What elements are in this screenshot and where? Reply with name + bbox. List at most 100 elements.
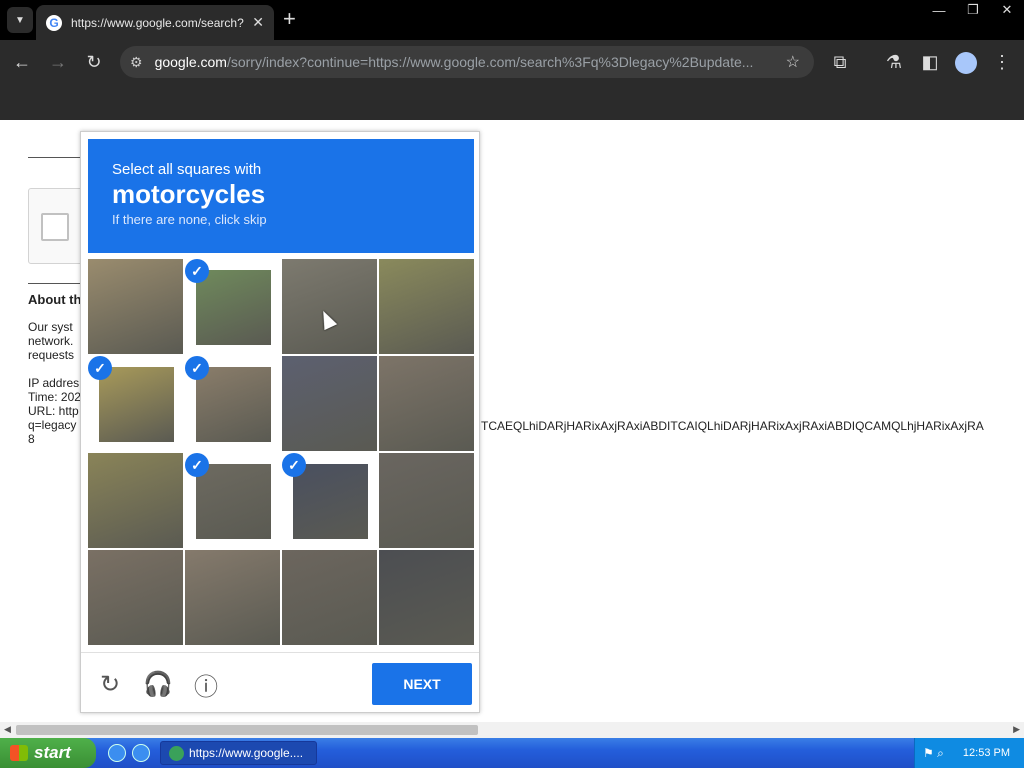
- body-line: network.: [28, 334, 74, 348]
- start-button[interactable]: start: [0, 738, 96, 768]
- captcha-tile[interactable]: [185, 550, 280, 645]
- browser-toolbar: ← → ↻ ⚙ google.com/sorry/index?continue=…: [0, 40, 1024, 84]
- back-icon[interactable]: ←: [10, 50, 34, 74]
- tile-image: [196, 367, 271, 442]
- tile-image: [293, 464, 368, 539]
- google-favicon-icon: G: [46, 14, 62, 31]
- captcha-header: Select all squares with motorcycles If t…: [88, 139, 474, 253]
- checkmark-icon: ✓: [282, 453, 306, 477]
- side-panel-icon[interactable]: ◧: [918, 50, 942, 74]
- tile-image: [379, 453, 474, 548]
- recaptcha-checkbox[interactable]: [41, 213, 69, 241]
- captcha-tile[interactable]: ✓: [282, 453, 377, 548]
- info-line: IP addres: [28, 376, 80, 390]
- extensions-icon[interactable]: ⧉: [828, 50, 852, 74]
- browser-quicklaunch-icon[interactable]: [132, 744, 150, 762]
- horizontal-scrollbar[interactable]: ◀ ▶: [0, 722, 1024, 738]
- captcha-challenge: Select all squares with motorcycles If t…: [80, 131, 480, 713]
- reload-challenge-icon[interactable]: ↻: [95, 669, 125, 699]
- captcha-tile[interactable]: ✓: [88, 356, 183, 451]
- tab-strip: ▼ G https://www.google.com/search?q= ✕ +…: [0, 0, 1024, 40]
- scroll-right-icon[interactable]: ▶: [1013, 724, 1020, 735]
- site-info-icon[interactable]: ⚙: [130, 54, 143, 71]
- bookmark-star-icon[interactable]: ☆: [786, 52, 800, 72]
- captcha-tile[interactable]: [88, 453, 183, 548]
- tile-image: [282, 259, 377, 354]
- tab-search-button[interactable]: ▼: [7, 7, 33, 33]
- tile-image: [379, 550, 474, 645]
- info-line: q=legacy: [28, 418, 77, 432]
- captcha-tile[interactable]: [379, 356, 474, 451]
- scroll-left-icon[interactable]: ◀: [4, 724, 11, 735]
- close-tab-icon[interactable]: ✕: [252, 14, 264, 31]
- about-heading: About th: [28, 292, 82, 307]
- system-tray: ⚑ ⌕ 12:53 PM: [914, 738, 1024, 768]
- captcha-tile[interactable]: [88, 259, 183, 354]
- close-window-icon[interactable]: ✕: [990, 0, 1024, 20]
- audio-challenge-icon[interactable]: 🎧: [143, 669, 173, 699]
- captcha-tile[interactable]: [379, 259, 474, 354]
- captcha-tile[interactable]: [282, 356, 377, 451]
- reload-icon[interactable]: ↻: [82, 50, 106, 74]
- captcha-tile[interactable]: [282, 550, 377, 645]
- tile-image: [282, 550, 377, 645]
- info-icon[interactable]: ⓘ: [191, 669, 221, 701]
- body-line: Our syst: [28, 320, 73, 334]
- menu-kebab-icon[interactable]: ⋮: [990, 50, 1014, 74]
- forward-icon[interactable]: →: [46, 50, 70, 74]
- captcha-tile[interactable]: ✓: [185, 259, 280, 354]
- divider: [28, 283, 80, 284]
- captcha-image-grid: ✓ ✓ ✓ ✓ ✓: [88, 259, 474, 645]
- windows-flag-icon: [10, 745, 28, 761]
- restore-icon[interactable]: ❐: [956, 0, 990, 20]
- tile-image: [282, 356, 377, 451]
- body-line: requests: [28, 348, 75, 362]
- query-params-text: TCAEQLhiDARjHARixAxjRAxiABDITCAIQLhiDARj…: [481, 419, 984, 433]
- browser-task-icon: [169, 746, 184, 761]
- taskbar-item-browser[interactable]: https://www.google....: [160, 741, 317, 765]
- info-line: Time: 202: [28, 390, 81, 404]
- captcha-hint: If there are none, click skip: [112, 212, 267, 227]
- checkmark-icon: ✓: [185, 356, 209, 380]
- captcha-instruction: Select all squares with: [112, 161, 262, 178]
- tile-image: [379, 356, 474, 451]
- captcha-target: motorcycles: [112, 179, 266, 209]
- tile-image: [88, 550, 183, 645]
- active-tab[interactable]: G https://www.google.com/search?q= ✕: [36, 5, 274, 40]
- tray-icons[interactable]: ⚑ ⌕: [923, 746, 953, 760]
- captcha-tile[interactable]: [379, 550, 474, 645]
- tab-title: https://www.google.com/search?q=: [71, 15, 245, 30]
- captcha-tile[interactable]: [88, 550, 183, 645]
- tile-image: [185, 550, 280, 645]
- divider: [28, 157, 80, 158]
- next-button[interactable]: NEXT: [372, 663, 472, 705]
- clock: 12:53 PM: [962, 747, 1010, 759]
- captcha-tile[interactable]: ✓: [185, 453, 280, 548]
- checkmark-icon: ✓: [185, 259, 209, 283]
- ie-quicklaunch-icon[interactable]: [108, 744, 126, 762]
- info-line: 8: [28, 432, 35, 446]
- tile-image: [88, 453, 183, 548]
- captcha-tile[interactable]: ✓: [185, 356, 280, 451]
- scrollbar-thumb[interactable]: [16, 725, 478, 735]
- tile-image: [196, 270, 271, 345]
- labs-flask-icon[interactable]: ⚗: [882, 50, 906, 74]
- tile-image: [88, 259, 183, 354]
- tile-image: [379, 259, 474, 354]
- recaptcha-checkbox-box: [28, 188, 88, 264]
- taskbar: start https://www.google.... ⚑ ⌕ 12:53 P…: [0, 738, 1024, 768]
- tile-image: [99, 367, 174, 442]
- address-bar[interactable]: ⚙ google.com/sorry/index?continue=https:…: [120, 46, 814, 78]
- info-line: URL: http: [28, 404, 79, 418]
- tile-image: [196, 464, 271, 539]
- captcha-tile[interactable]: [379, 453, 474, 548]
- checkmark-icon: ✓: [88, 356, 112, 380]
- new-tab-button[interactable]: +: [283, 8, 296, 30]
- captcha-footer: ↻ 🎧 ⓘ NEXT: [81, 652, 479, 712]
- checkmark-icon: ✓: [185, 453, 209, 477]
- captcha-tile[interactable]: [282, 259, 377, 354]
- profile-avatar-icon[interactable]: [955, 52, 977, 74]
- minimize-icon[interactable]: —: [922, 0, 956, 20]
- bookmark-bar: [0, 84, 1024, 120]
- url-text: google.com/sorry/index?continue=https://…: [154, 54, 754, 70]
